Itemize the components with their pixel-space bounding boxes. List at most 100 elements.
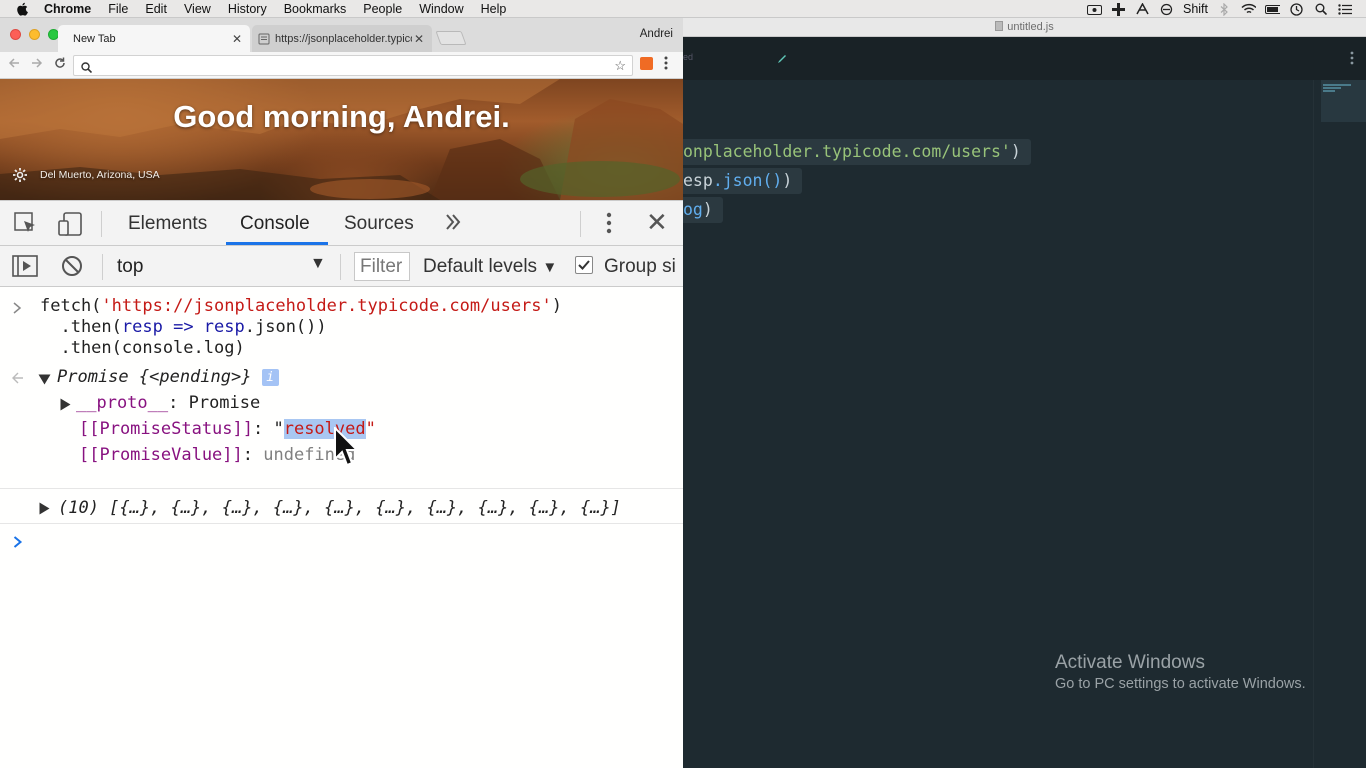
- notification-center-icon[interactable]: [1337, 3, 1352, 15]
- status-menus: Shift: [1086, 0, 1352, 18]
- input-source-icon[interactable]: [1135, 3, 1150, 15]
- expand-triangle-icon[interactable]: [38, 371, 51, 389]
- greeting-heading: Good morning, Andrei.: [173, 99, 510, 134]
- watermark-subtitle: Go to PC settings to activate Windows.: [1055, 676, 1306, 692]
- property-key: [[PromiseStatus]]: [79, 419, 253, 439]
- code-token: .then(console.log): [40, 338, 245, 358]
- menu-history[interactable]: History: [228, 2, 267, 16]
- apple-icon[interactable]: [16, 2, 30, 16]
- menu-bar: Chrome File Edit View History Bookmarks …: [0, 0, 1366, 18]
- menu-people[interactable]: People: [363, 2, 402, 16]
- tab-jsonplaceholder[interactable]: https://jsonplaceholder.typicode.com ✕: [252, 25, 432, 52]
- promise-object[interactable]: Promise {<pending>} i: [57, 367, 279, 388]
- property-key: __proto__: [76, 393, 169, 413]
- code-token: ): [782, 171, 793, 190]
- screen-record-icon[interactable]: [1086, 3, 1102, 15]
- code-line: onplaceholder.typicode.com/users'): [683, 139, 1031, 165]
- log-levels-label: Default levels: [423, 256, 538, 277]
- toolbar-divider: [340, 254, 341, 280]
- customize-gear-icon[interactable]: [12, 167, 28, 188]
- browser-menu-icon[interactable]: [664, 56, 668, 75]
- collapse-triangle-icon[interactable]: [60, 397, 71, 415]
- address-bar[interactable]: ☆: [73, 55, 633, 76]
- new-tab-background-photo: Good morning, Andrei. Del Muerto, Arizon…: [0, 79, 683, 200]
- tab-new-tab[interactable]: New Tab ✕: [58, 25, 250, 52]
- group-similar-label[interactable]: Group si: [604, 256, 676, 278]
- toolbar-divider: [102, 254, 103, 280]
- code-token: .json()): [244, 317, 327, 337]
- code-line: esp.json()): [683, 168, 803, 194]
- console-input-line: .then(resp => resp.json()): [40, 317, 327, 338]
- array-log-line[interactable]: (10) [{…}, {…}, {…}, {…}, {…}, {…}, {…},…: [58, 498, 621, 519]
- code-token: .then(: [40, 317, 122, 337]
- more-options-icon[interactable]: [1350, 51, 1354, 70]
- wifi-icon[interactable]: [1241, 3, 1256, 15]
- spotlight-search-icon[interactable]: [1313, 3, 1328, 15]
- minimize-window-button[interactable]: [29, 29, 40, 40]
- code-token: =>: [162, 317, 204, 337]
- group-similar-checkbox[interactable]: [575, 256, 593, 274]
- devtools-tab-elements[interactable]: Elements: [128, 213, 207, 235]
- tab-label: New Tab: [73, 32, 116, 45]
- code-token: ): [1010, 142, 1021, 161]
- promise-status-property: [[PromiseStatus]]: "resolved": [79, 419, 376, 440]
- extension-icon[interactable]: [1111, 2, 1126, 16]
- editor-tab-bar: ed: [683, 37, 1366, 80]
- console-divider: [0, 523, 683, 524]
- back-arrow-icon[interactable]: [8, 57, 20, 72]
- code-token: og: [683, 200, 703, 219]
- browser-toolbar: ☆: [0, 52, 683, 79]
- log-levels-dropdown[interactable]: Default levels ▼: [423, 256, 557, 278]
- clear-console-icon[interactable]: [61, 255, 83, 282]
- proto-property[interactable]: __proto__: Promise: [76, 393, 260, 414]
- property-value: : Promise: [168, 393, 261, 413]
- profile-name[interactable]: Andrei: [640, 28, 673, 40]
- code-token: onplaceholder.typicode.com/users': [683, 142, 1011, 161]
- inspect-element-icon[interactable]: [14, 212, 38, 241]
- console-prompt-chevron-icon[interactable]: [13, 534, 23, 552]
- forward-arrow-icon[interactable]: [31, 57, 43, 72]
- dropdown-caret-icon[interactable]: ▼: [310, 255, 326, 273]
- show-sidebar-icon[interactable]: [12, 255, 38, 282]
- menu-view[interactable]: View: [184, 2, 211, 16]
- devtools-tab-console[interactable]: Console: [240, 213, 310, 235]
- menu-bookmarks[interactable]: Bookmarks: [284, 2, 347, 16]
- minimap-line: [1323, 90, 1335, 92]
- extension-icon[interactable]: [640, 57, 653, 70]
- photo-location[interactable]: Del Muerto, Arizona, USA: [40, 169, 160, 181]
- reload-icon[interactable]: [54, 57, 66, 72]
- console-filter-input[interactable]: Filter: [354, 252, 410, 281]
- close-tab-icon[interactable]: ✕: [412, 32, 426, 46]
- bluetooth-icon[interactable]: [1217, 2, 1232, 16]
- expand-array-triangle-icon[interactable]: [39, 501, 50, 519]
- sync-icon[interactable]: [1159, 3, 1174, 15]
- console-input-line: fetch('https://jsonplaceholder.typicode.…: [40, 296, 562, 317]
- menu-edit[interactable]: Edit: [145, 2, 167, 16]
- file-icon: [995, 20, 1004, 34]
- bookmark-star-icon[interactable]: ☆: [614, 58, 626, 74]
- menu-help[interactable]: Help: [481, 2, 507, 16]
- device-toolbar-icon[interactable]: [58, 212, 84, 241]
- clock-icon[interactable]: [1289, 2, 1304, 16]
- info-badge-icon[interactable]: i: [261, 369, 279, 386]
- context-selector[interactable]: top: [117, 256, 143, 278]
- editor-minimap[interactable]: [1313, 80, 1366, 768]
- devtools-menu-icon[interactable]: [606, 212, 612, 239]
- close-window-button[interactable]: [10, 29, 21, 40]
- console-output[interactable]: fetch('https://jsonplaceholder.typicode.…: [0, 287, 683, 768]
- editor-tab-fragment[interactable]: ed: [683, 52, 693, 62]
- menu-window[interactable]: Window: [419, 2, 463, 16]
- close-tab-icon[interactable]: ✕: [230, 32, 244, 46]
- close-devtools-icon[interactable]: ✕: [646, 209, 668, 235]
- devtools-tab-sources[interactable]: Sources: [344, 213, 414, 235]
- more-tabs-chevron-icon[interactable]: [445, 212, 461, 238]
- new-tab-button[interactable]: [435, 31, 467, 45]
- menu-app-name[interactable]: Chrome: [44, 2, 91, 16]
- editor-file-title: untitled.js: [1007, 21, 1054, 33]
- editor-titlebar: untitled.js: [683, 18, 1366, 37]
- devtools-tab-bar: Elements Console Sources ✕: [0, 200, 683, 246]
- console-divider: [0, 488, 683, 489]
- battery-icon[interactable]: [1265, 3, 1280, 15]
- code-token: 'https://jsonplaceholder.typicode.com/us…: [101, 296, 552, 316]
- menu-file[interactable]: File: [108, 2, 128, 16]
